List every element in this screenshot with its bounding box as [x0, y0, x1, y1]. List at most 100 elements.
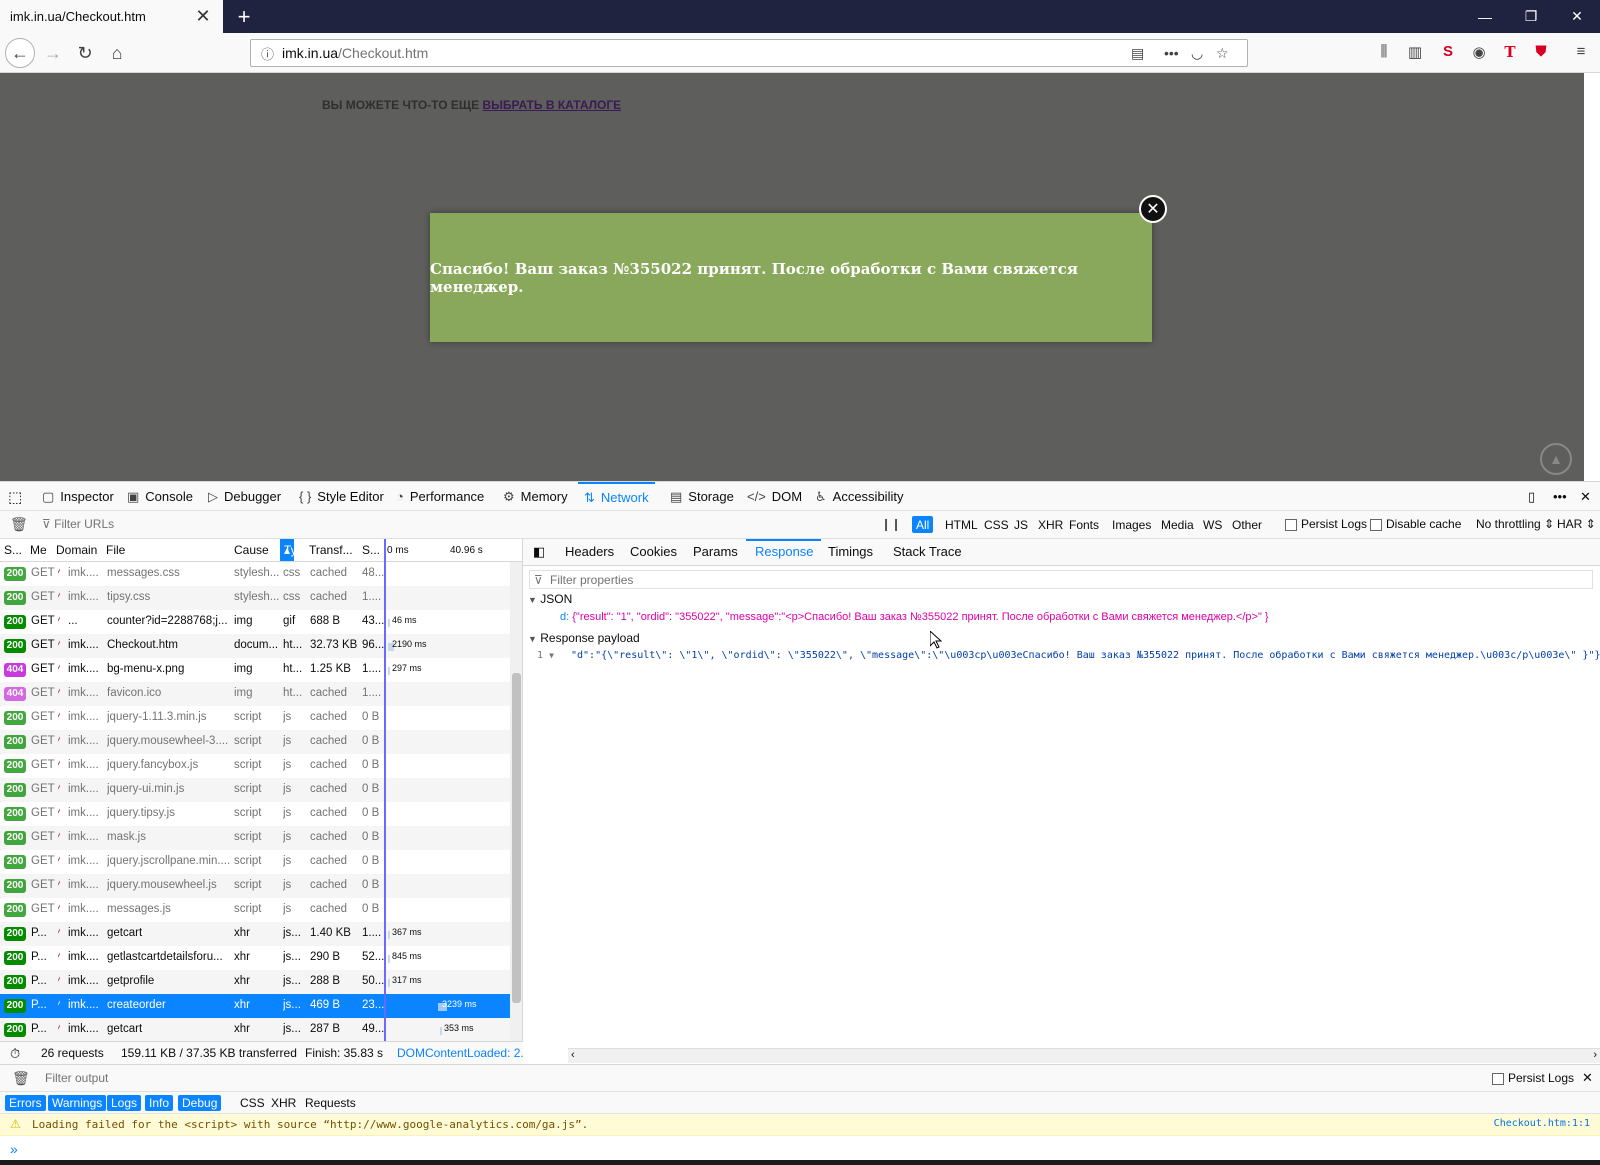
col-status[interactable]: S...: [4, 543, 22, 557]
request-row[interactable]: 200 GET imk.... jquery-ui.min.js script js cac…: [0, 778, 510, 802]
filter-fonts[interactable]: Fonts: [1065, 516, 1103, 533]
catalog-link[interactable]: ВЫБРАТЬ В КАТАЛОГЕ: [483, 98, 622, 112]
request-list-scroll-thumb[interactable]: [512, 673, 521, 1003]
element-picker-icon[interactable]: ⬚: [8, 482, 22, 511]
request-row[interactable]: 404 GET imk.... favicon.ico img ht... cached 1.…: [0, 682, 510, 706]
filter-images[interactable]: Images: [1108, 516, 1155, 533]
col-domain[interactable]: Domain: [56, 543, 97, 557]
filter-js[interactable]: JS: [1010, 516, 1032, 533]
filter-output-input[interactable]: Filter output: [45, 1071, 108, 1085]
filter-other[interactable]: Other: [1228, 516, 1266, 533]
col-cause[interactable]: Cause: [234, 543, 269, 557]
tab-response[interactable]: Response: [755, 544, 814, 559]
filter-xhr-messages[interactable]: XHR: [267, 1095, 300, 1111]
scroll-left-icon[interactable]: ‹: [571, 1049, 575, 1061]
filter-css[interactable]: CSS: [980, 516, 1013, 533]
clear-requests-icon[interactable]: 🗑: [10, 516, 28, 533]
tab-storage[interactable]: ▤ Storage: [670, 482, 734, 511]
pause-icon[interactable]: ❙❙: [881, 517, 901, 531]
col-method[interactable]: Me: [30, 543, 47, 557]
tab-performance[interactable]: ◔ Performance: [396, 482, 484, 511]
pocket-icon[interactable]: ◡: [1191, 45, 1203, 62]
reader-view-icon[interactable]: ▤: [1131, 45, 1144, 62]
devtools-menu-icon[interactable]: •••: [1553, 482, 1567, 511]
toggle-sidebar-icon[interactable]: ◧: [533, 544, 545, 560]
tab-cookies[interactable]: Cookies: [630, 544, 677, 559]
tab-dom[interactable]: </> DOM: [747, 482, 802, 511]
request-row[interactable]: 200 GET imk.... messages.css stylesh... css ca…: [0, 562, 510, 586]
tab-network[interactable]: ⇅ Network: [578, 482, 655, 511]
payload-section-header[interactable]: ▼ Response payload: [528, 631, 640, 645]
scroll-to-top-icon[interactable]: ▲: [1540, 443, 1572, 475]
json-property-row[interactable]: d: {"result": "1", "ordid": "355022", "m…: [560, 611, 1269, 623]
persist-logs-checkbox[interactable]: Persist Logs: [1285, 517, 1367, 531]
tab-debugger[interactable]: ▷ Debugger: [208, 482, 281, 511]
close-tab-icon[interactable]: ✕: [193, 6, 213, 27]
col-transferred[interactable]: Transf...: [309, 543, 353, 557]
forward-icon[interactable]: →: [38, 38, 68, 68]
request-row[interactable]: 200 GET imk.... Checkout.htm docum... ht... 32…: [0, 634, 510, 658]
filter-ws[interactable]: WS: [1199, 516, 1226, 533]
json-section-header[interactable]: ▼ JSON: [528, 592, 572, 606]
request-row[interactable]: 200 GET imk.... jquery-1.11.3.min.js script j…: [0, 706, 510, 730]
minimize-window-icon[interactable]: —: [1462, 0, 1508, 33]
request-row[interactable]: 200 GET imk.... jquery.tipsy.js script js cach…: [0, 802, 510, 826]
col-size[interactable]: S...: [362, 543, 380, 557]
close-devtools-icon[interactable]: ✕: [1580, 482, 1591, 511]
extension-t-icon[interactable]: T: [1499, 43, 1521, 61]
library-icon[interactable]: ⫼: [1373, 43, 1395, 60]
home-icon[interactable]: ⌂: [102, 38, 132, 68]
request-row[interactable]: 200 GET imk.... jquery.fancybox.js script js c…: [0, 754, 510, 778]
console-persist-logs-checkbox[interactable]: Persist Logs: [1492, 1071, 1574, 1085]
request-row[interactable]: 200 P... imk.... getlastcartdetailsforu... x…: [0, 946, 510, 970]
filter-requests-messages[interactable]: Requests: [301, 1095, 360, 1111]
url-bar[interactable]: ⓘ imk.in.ua/Checkout.htm ▤ ••• ◡ ☆: [250, 39, 1248, 67]
request-row[interactable]: 200 GET imk.... tipsy.css stylesh... css cache…: [0, 586, 510, 610]
filter-media[interactable]: Media: [1157, 516, 1198, 533]
warning-source-link[interactable]: Checkout.htm:1:1: [1494, 1118, 1590, 1129]
request-row[interactable]: 200 GET imk.... jquery.jscrollpane.min.... s…: [0, 850, 510, 874]
tab-accessibility[interactable]: ♿ Accessibility: [815, 482, 903, 511]
tab-stack-trace[interactable]: Stack Trace: [893, 544, 962, 559]
disable-cache-checkbox[interactable]: Disable cache: [1370, 517, 1461, 531]
filter-info[interactable]: Info: [145, 1095, 174, 1111]
filter-warnings[interactable]: Warnings: [48, 1095, 107, 1111]
tab-params[interactable]: Params: [693, 544, 738, 559]
col-file[interactable]: File: [106, 543, 125, 557]
payload-horizontal-scrollbar[interactable]: ‹ ›: [568, 1048, 1600, 1063]
page-actions-icon[interactable]: •••: [1164, 45, 1179, 61]
tab-headers[interactable]: Headers: [565, 544, 614, 559]
filter-properties-input[interactable]: ⊽ Filter properties: [529, 570, 1593, 589]
clear-console-icon[interactable]: 🗑: [12, 1070, 30, 1087]
tab-style-editor[interactable]: { } Style Editor: [299, 482, 384, 511]
console-prompt[interactable]: »: [10, 1141, 18, 1157]
request-row[interactable]: 200 GET imk.... mask.js script js cached 0 B ⁄: [0, 826, 510, 850]
throttling-select[interactable]: No throttling ⇕: [1476, 517, 1554, 531]
reload-icon[interactable]: ↻: [70, 38, 100, 68]
responsive-design-icon[interactable]: ▯: [1528, 482, 1535, 511]
adblock-shield-icon[interactable]: ⛊: [1530, 43, 1552, 60]
site-info-icon[interactable]: ⓘ: [261, 44, 274, 63]
request-row[interactable]: 404 GET imk.... bg-menu-x.png img ht... 1.25 K…: [0, 658, 510, 682]
filter-urls-input[interactable]: ⊽ Filter URLs: [42, 517, 114, 531]
browser-tab[interactable]: imk.in.ua/Checkout.htm ✕: [0, 0, 223, 33]
request-row[interactable]: 200 P... imk.... getcart xhr js... 1.40 KB 1...…: [0, 922, 510, 946]
modal-close-icon[interactable]: ✕: [1139, 195, 1167, 223]
request-row[interactable]: 200 P... imk.... getprofile xhr js... 288 B 50.…: [0, 970, 510, 994]
stopwatch-icon[interactable]: ⏱: [10, 1046, 20, 1062]
bookmark-star-icon[interactable]: ☆: [1216, 45, 1229, 62]
restore-window-icon[interactable]: ❐: [1508, 0, 1554, 33]
request-row[interactable]: 200 P... imk.... createorder xhr js... 469 B 23…: [0, 994, 510, 1018]
filter-debug[interactable]: Debug: [178, 1095, 222, 1111]
request-row[interactable]: 200 GET imk.... jquery.mousewheel.js script j…: [0, 874, 510, 898]
filter-errors[interactable]: Errors: [5, 1095, 46, 1111]
request-row[interactable]: 200 GET imk.... messages.js script js cached 0 …: [0, 898, 510, 922]
tab-console[interactable]: ▣ Console: [127, 482, 193, 511]
extension-s-icon[interactable]: S: [1437, 43, 1459, 60]
request-row[interactable]: 200 P... imk.... getcart xhr js... 287 B 49... ⁄…: [0, 1018, 510, 1041]
filter-css-messages[interactable]: CSS: [236, 1095, 269, 1111]
close-console-icon[interactable]: ✕: [1582, 1070, 1593, 1086]
har-menu[interactable]: HAR ⇕: [1557, 517, 1596, 531]
filter-xhr[interactable]: XHR: [1034, 516, 1067, 533]
scroll-right-icon[interactable]: ›: [1593, 1049, 1597, 1061]
